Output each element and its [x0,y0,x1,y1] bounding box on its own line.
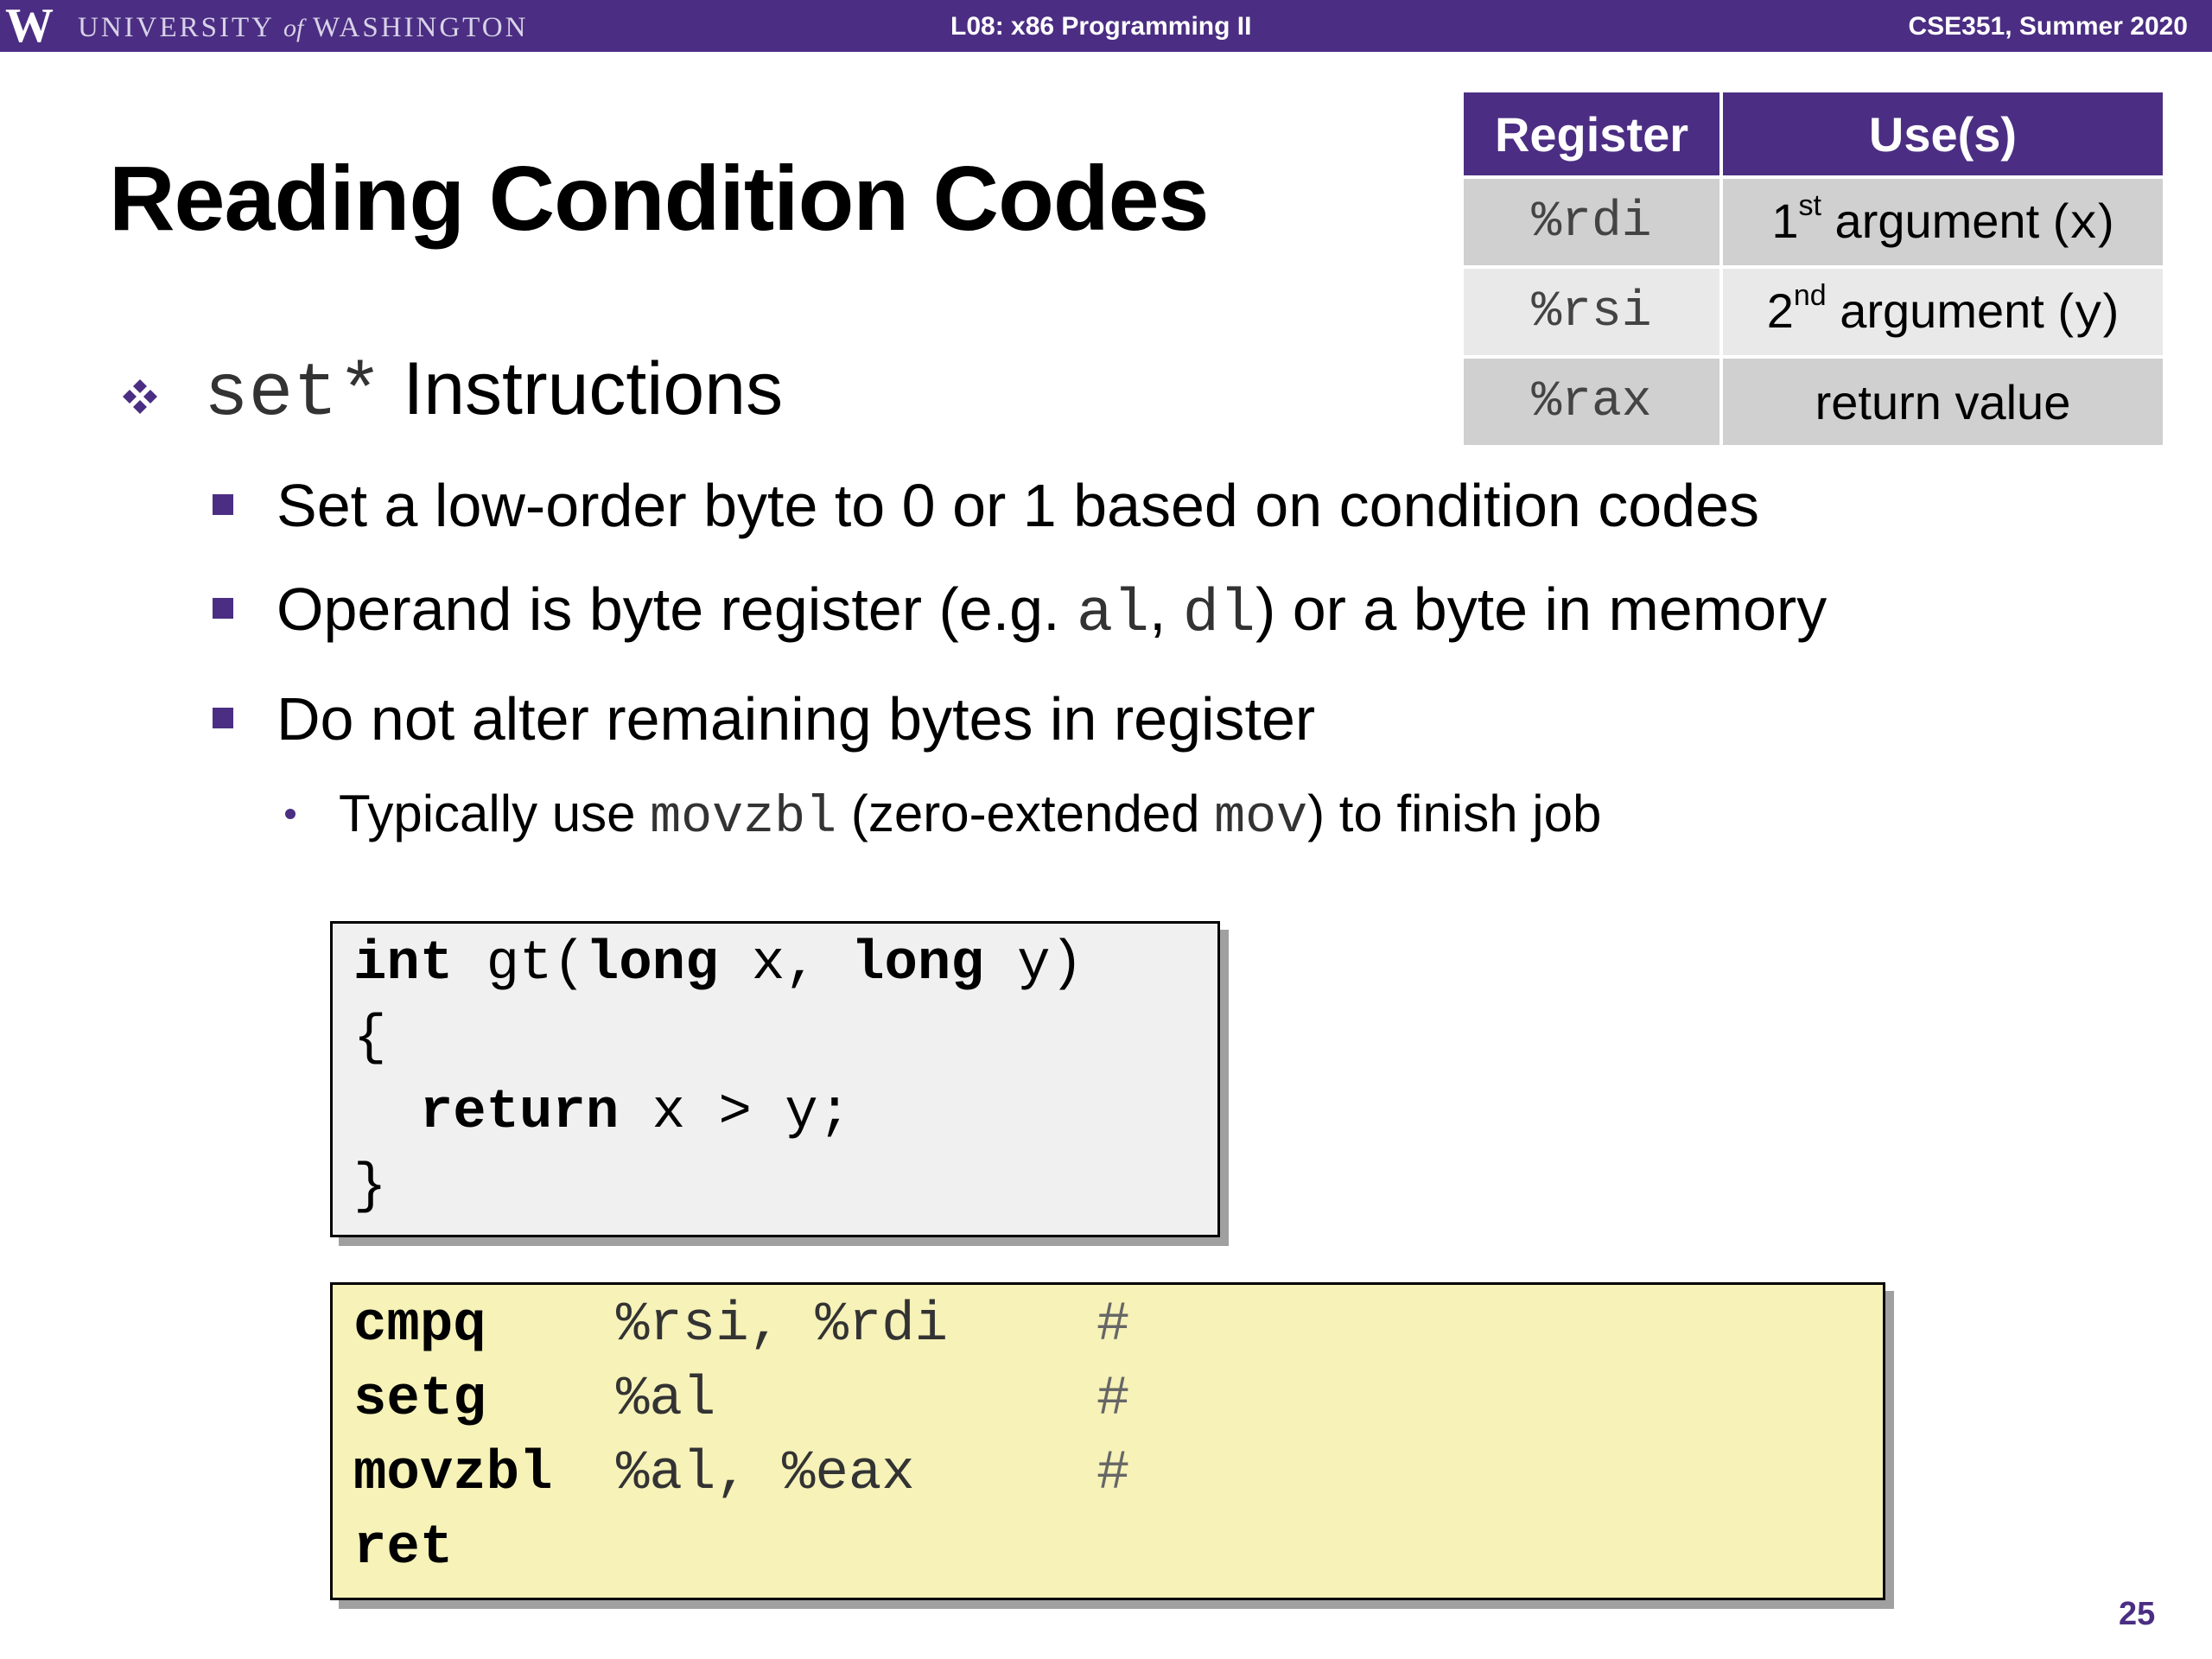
code-line: int gt(long x, long y) [353,927,1084,1001]
text-segment: ) or a byte in memory [1255,575,1827,643]
asm-comment: # [1096,1443,1130,1505]
code-segment: mov [1214,789,1308,848]
use-code: x [2069,196,2098,252]
register-use: return value [1723,359,2163,445]
code-text: y) [983,933,1084,995]
asm-line: setg %al # [333,1363,1883,1437]
asm-line: ret [333,1511,1883,1586]
sub-bullet-text: Do not alter remaining bytes in register [276,685,1316,753]
asm-opcode: movzbl [353,1443,553,1505]
code-line: } [353,1156,387,1218]
bullet-label: Instructions [382,347,784,430]
keyword: int [353,933,454,995]
sub-bullet-text: Set a low-order byte to 0 or 1 based on … [276,472,1760,539]
register-table-header: Register Use(s) [1464,92,2163,175]
dot-bullet-icon [285,809,296,819]
register-use: 1st argument (x) [1723,179,2163,265]
asm-operands: %rsi, %rdi [616,1294,949,1357]
code-segment: dl [1182,581,1255,649]
asm-line: movzbl %al, %eax # [333,1437,1883,1511]
register-row: %rdi 1st argument (x) [1464,179,2163,265]
code-text: x, [718,933,852,995]
bullet-code: set* [204,352,383,436]
register-table: Register Use(s) %rdi 1st argument (x) %r… [1460,89,2166,448]
text-segment: ) to finish job [1307,785,1602,842]
asm-comment: # [1096,1369,1130,1431]
university-name-post: WASHINGTON [313,12,529,43]
use-code: y [2074,286,2103,342]
keyword: return [419,1082,620,1144]
use-text: argument ( [1826,283,2075,338]
register-name: %rax [1464,359,1719,445]
register-name: %rsi [1464,269,1719,355]
asm-opcode: setg [353,1369,486,1431]
course-name: CSE351, Summer 2020 [1908,12,2188,41]
code-segment: movzbl [650,789,837,848]
keyword: long [851,933,984,995]
asm-code-box: cmpq %rsi, %rdi # setg %al # movzbl %al,… [330,1282,1885,1600]
ordinal: 1 [1771,193,1799,248]
page-number: 25 [2119,1596,2156,1632]
uw-logo: W [5,0,54,53]
sub-sub-bullet-text: Typically use movzbl (zero-extended mov)… [339,779,1601,853]
code-segment: al [1077,581,1150,649]
code-text: x > y; [619,1082,852,1144]
asm-opcode: cmpq [353,1294,486,1357]
ordinal-suffix: st [1798,188,1821,222]
asm-operands: %al [616,1369,716,1431]
asm-operands: %al, %eax [616,1443,915,1505]
square-bullet-icon [213,598,233,619]
square-bullet-icon [213,708,233,728]
asm-line: cmpq %rsi, %rdi # [333,1288,1883,1363]
keyword: long [585,933,719,995]
register-use: 2nd argument (y) [1723,269,2163,355]
uses-header: Use(s) [1723,92,2163,175]
university-name: UNIVERSITY of WASHINGTON [78,12,528,44]
diamond-bullet-icon [123,379,157,414]
ordinal-suffix: nd [1793,278,1827,312]
register-name: %rdi [1464,179,1719,265]
code-line: return x > y; [353,1076,851,1150]
sub-bullet-text: Operand is byte register (e.g. al, dl) o… [276,570,1827,654]
asm-comment: # [1096,1294,1130,1357]
header-bar: W UNIVERSITY of WASHINGTON L08: x86 Prog… [0,0,2212,52]
register-row: %rsi 2nd argument (y) [1464,269,2163,355]
use-text: argument ( [1821,193,2069,248]
code-line: { [353,1007,387,1070]
use-close: ) [2097,193,2114,248]
register-header: Register [1464,92,1719,175]
ordinal: 2 [1766,283,1794,338]
text-segment: , [1149,575,1183,643]
asm-opcode: ret [353,1517,454,1580]
text-segment: Typically use [339,785,651,842]
text-segment: Operand is byte register (e.g. [276,575,1077,643]
university-name-pre: UNIVERSITY [78,12,274,43]
register-row: %rax return value [1464,359,2163,445]
code-text: gt( [453,933,586,995]
slide-title: Reading Condition Codes [109,148,1209,250]
text-segment: (zero-extended [836,785,1215,842]
c-code-box: int gt(long x, long y) { return x > y; } [330,921,1220,1237]
use-close: ) [2102,283,2120,338]
square-bullet-icon [213,494,233,515]
university-name-of: of [283,14,304,42]
lecture-title: L08: x86 Programming II [950,12,1252,41]
bullet-text: set* Instructions [204,341,783,442]
